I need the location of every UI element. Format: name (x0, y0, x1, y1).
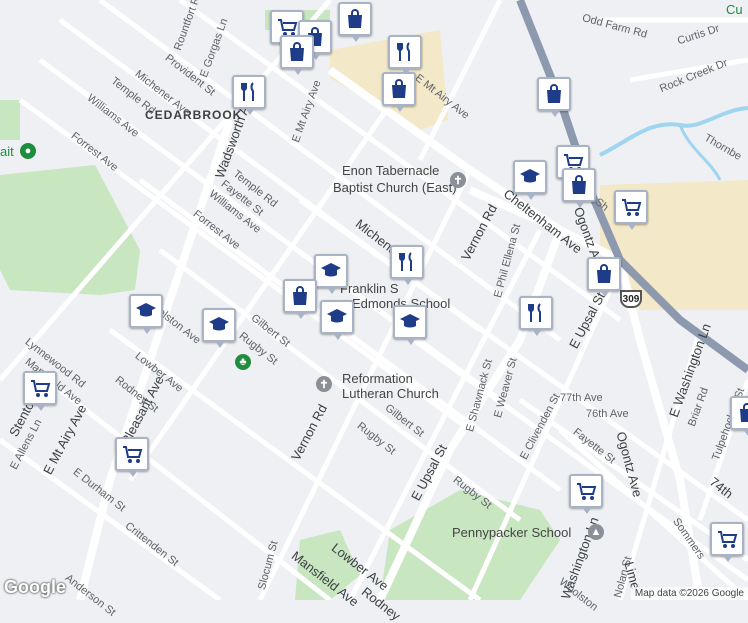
grocery-marker[interactable] (569, 474, 603, 514)
shopping-marker[interactable] (562, 168, 596, 208)
shopping-bag-icon (290, 42, 304, 61)
school-icon[interactable]: ▲ (588, 524, 604, 540)
shopping-marker[interactable] (338, 2, 372, 42)
park-area (0, 100, 20, 140)
shopping-bag-icon (740, 403, 748, 422)
place-label[interactable]: Pennypacker School (452, 525, 571, 540)
school-marker[interactable] (314, 254, 348, 294)
fork-knife-icon (397, 42, 410, 61)
restaurant-marker[interactable] (232, 75, 266, 115)
shopping-bag-icon (572, 175, 586, 194)
shopping-bag-icon (597, 264, 611, 283)
graduation-cap-icon (136, 303, 156, 317)
school-marker[interactable] (393, 305, 427, 345)
graduation-cap-icon (520, 169, 540, 183)
shopping-bag-icon (293, 286, 307, 305)
place-label[interactable]: Baptist Church (East) (333, 180, 457, 195)
cart-icon (31, 380, 51, 397)
place-label[interactable]: Franklin S (340, 281, 399, 296)
street-label: 76th Ave (586, 408, 629, 420)
cross-icon[interactable]: ✝ (450, 172, 466, 188)
map-attribution[interactable]: Map data ©2026 Google (630, 587, 748, 600)
shopping-marker[interactable] (382, 72, 416, 112)
shopping-marker[interactable] (280, 35, 314, 75)
restaurant-marker[interactable] (519, 296, 553, 336)
grocery-marker[interactable] (614, 190, 648, 230)
shopping-bag-icon (348, 9, 362, 28)
shopping-marker[interactable] (730, 396, 748, 436)
fork-knife-icon (528, 303, 541, 322)
neighborhood-label: CEDARBROOK (145, 108, 243, 122)
shopping-bag-icon (392, 79, 406, 98)
shopping-marker[interactable] (283, 279, 317, 319)
place-label[interactable]: Enon Tabernacle (342, 163, 439, 178)
shopping-marker[interactable] (587, 257, 621, 297)
school-marker[interactable] (202, 308, 236, 348)
fork-knife-icon (241, 82, 254, 101)
restaurant-marker[interactable] (388, 35, 422, 75)
grocery-marker[interactable] (23, 371, 57, 411)
google-logo: Google (4, 577, 66, 597)
shopping-bag-icon (547, 84, 561, 103)
grocery-marker[interactable] (710, 522, 744, 562)
place-label[interactable]: ait (0, 144, 14, 159)
graduation-cap-icon (400, 314, 420, 328)
graduation-cap-icon (209, 317, 229, 331)
school-marker[interactable] (320, 300, 354, 340)
graduation-cap-icon (321, 263, 341, 277)
school-marker[interactable] (513, 160, 547, 200)
place-label[interactable]: Reformation (342, 371, 413, 386)
cart-icon (718, 531, 738, 548)
street-label: 77th Ave (560, 392, 603, 404)
place-label[interactable]: Lutheran Church (342, 386, 439, 401)
park-icon[interactable]: ♣ (235, 354, 251, 370)
graduation-cap-icon (327, 309, 347, 323)
restaurant-marker[interactable] (390, 245, 424, 285)
grocery-marker[interactable] (115, 437, 149, 477)
route-309-shield: 309 (620, 290, 642, 308)
transit-icon[interactable]: ● (20, 143, 36, 159)
cart-icon (123, 446, 143, 463)
fork-knife-icon (399, 252, 412, 271)
place-label[interactable]: Cu (726, 2, 743, 17)
cart-icon (577, 483, 597, 500)
school-marker[interactable] (129, 294, 163, 334)
cart-icon (622, 199, 642, 216)
shopping-marker[interactable] (537, 77, 571, 117)
cross-icon[interactable]: ✝ (316, 376, 332, 392)
